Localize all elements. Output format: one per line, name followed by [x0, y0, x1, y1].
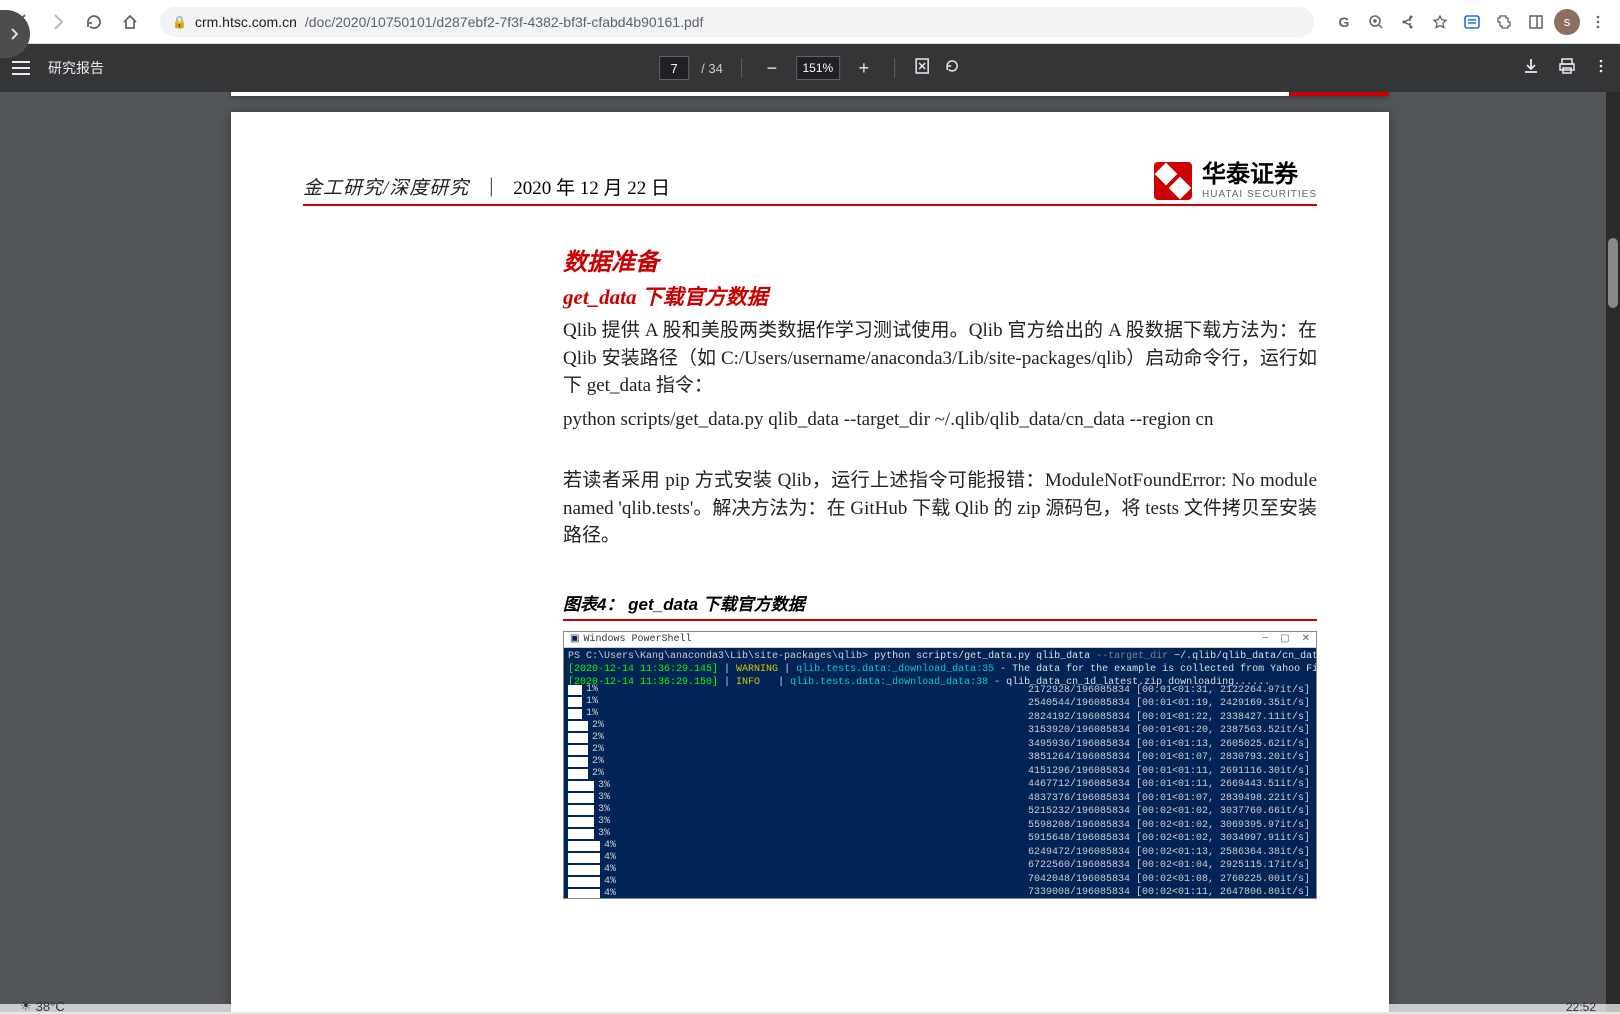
- brand-en: HUATAI SECURITIES: [1202, 189, 1317, 200]
- zoom-icon[interactable]: [1362, 8, 1390, 36]
- ps-body: PS C:\Users\Kang\anaconda3\Lib\site-pack…: [564, 648, 1316, 898]
- share-icon[interactable]: [1394, 8, 1422, 36]
- chevron-right-icon: [9, 28, 21, 40]
- ps-titlebar: ▣ Windows PowerShell — ▢ ✕: [564, 632, 1316, 648]
- more-button[interactable]: [1594, 59, 1608, 78]
- page-content: 数据准备 get_data 下载官方数据 Qlib 提供 A 股和美股两类数据作…: [563, 242, 1317, 899]
- address-bar[interactable]: 🔒 crm.htsc.com.cn/doc/2020/10750101/d287…: [160, 7, 1314, 37]
- paragraph-1: Qlib 提供 A 股和美股两类数据作学习测试使用。Qlib 官方给出的 A 股…: [563, 317, 1317, 400]
- document-header: 金工研究/深度研究 ｜ 2020 年 12 月 22 日 华泰证券 HUATAI…: [303, 162, 1317, 206]
- doc-category: 金工研究/深度研究: [303, 178, 469, 199]
- paragraph-2: 若读者采用 pip 方式安装 Qlib，运行上述指令可能报错：ModuleNot…: [563, 467, 1317, 550]
- ps-icon: ▣: [570, 633, 579, 645]
- doc-date-sep: ｜: [482, 178, 501, 199]
- browser-toolbar: 🔒 crm.htsc.com.cn/doc/2020/10750101/d287…: [0, 0, 1620, 44]
- reader-icon[interactable]: [1458, 8, 1486, 36]
- brand-logo: 华泰证券 HUATAI SECURITIES: [1154, 162, 1317, 200]
- ps-title: Windows PowerShell: [583, 634, 691, 645]
- taskbar[interactable]: [0, 1004, 1620, 1012]
- divider: [741, 58, 742, 78]
- forward-button[interactable]: [44, 8, 72, 36]
- pdf-viewer[interactable]: 金工研究/深度研究 ｜ 2020 年 12 月 22 日 华泰证券 HUATAI…: [0, 92, 1620, 1012]
- zoom-level[interactable]: 151%: [796, 56, 840, 80]
- section-title: 数据准备: [563, 242, 1317, 277]
- reload-button[interactable]: [80, 8, 108, 36]
- toolbar-right: G s: [1330, 8, 1612, 36]
- url-path: /doc/2020/10750101/d287ebf2-7f3f-4382-bf…: [305, 14, 704, 30]
- figure-label: 图表4： get_data 下载官方数据: [563, 590, 1317, 621]
- profile-avatar[interactable]: s: [1554, 9, 1580, 35]
- rotate-button[interactable]: [943, 57, 961, 80]
- divider: [894, 58, 895, 78]
- url-host: crm.htsc.com.cn: [195, 14, 297, 30]
- close-icon: ✕: [1302, 633, 1310, 645]
- page-total: / 34: [701, 61, 723, 76]
- figure-powershell: ▣ Windows PowerShell — ▢ ✕ PS C:\Users\Kan…: [563, 631, 1317, 899]
- page-number-input[interactable]: [659, 56, 689, 80]
- zoom-out-button[interactable]: −: [760, 56, 784, 80]
- sidebar-toggle[interactable]: [12, 61, 30, 75]
- code-line: python scripts/get_data.py qlib_data --t…: [563, 406, 1317, 434]
- previous-page-edge: [231, 92, 1389, 96]
- brand-cn: 华泰证券: [1202, 162, 1317, 188]
- zoom-in-button[interactable]: +: [852, 56, 876, 80]
- scrollbar-thumb[interactable]: [1608, 238, 1618, 308]
- bookmark-icon[interactable]: [1426, 8, 1454, 36]
- download-button[interactable]: [1522, 57, 1540, 80]
- subsection-title: get_data 下载官方数据: [563, 281, 1317, 311]
- google-icon[interactable]: G: [1330, 8, 1358, 36]
- vertical-scrollbar[interactable]: [1606, 92, 1620, 1012]
- minimize-icon: —: [1262, 633, 1268, 645]
- extensions-icon[interactable]: [1490, 8, 1518, 36]
- maximize-icon: ▢: [1280, 633, 1289, 645]
- pdf-title: 研究报告: [48, 58, 104, 78]
- sidepanel-icon[interactable]: [1522, 8, 1550, 36]
- fit-page-button[interactable]: [913, 57, 931, 80]
- home-button[interactable]: [116, 8, 144, 36]
- lock-icon: 🔒: [172, 15, 187, 29]
- logo-mark-icon: [1154, 162, 1192, 200]
- doc-date: 2020 年 12 月 22 日: [513, 178, 670, 199]
- print-button[interactable]: [1558, 57, 1576, 80]
- pdf-toolbar: 研究报告 / 34 − 151% +: [0, 44, 1620, 92]
- pdf-page: 金工研究/深度研究 ｜ 2020 年 12 月 22 日 华泰证券 HUATAI…: [231, 112, 1389, 1012]
- menu-icon[interactable]: [1584, 8, 1612, 36]
